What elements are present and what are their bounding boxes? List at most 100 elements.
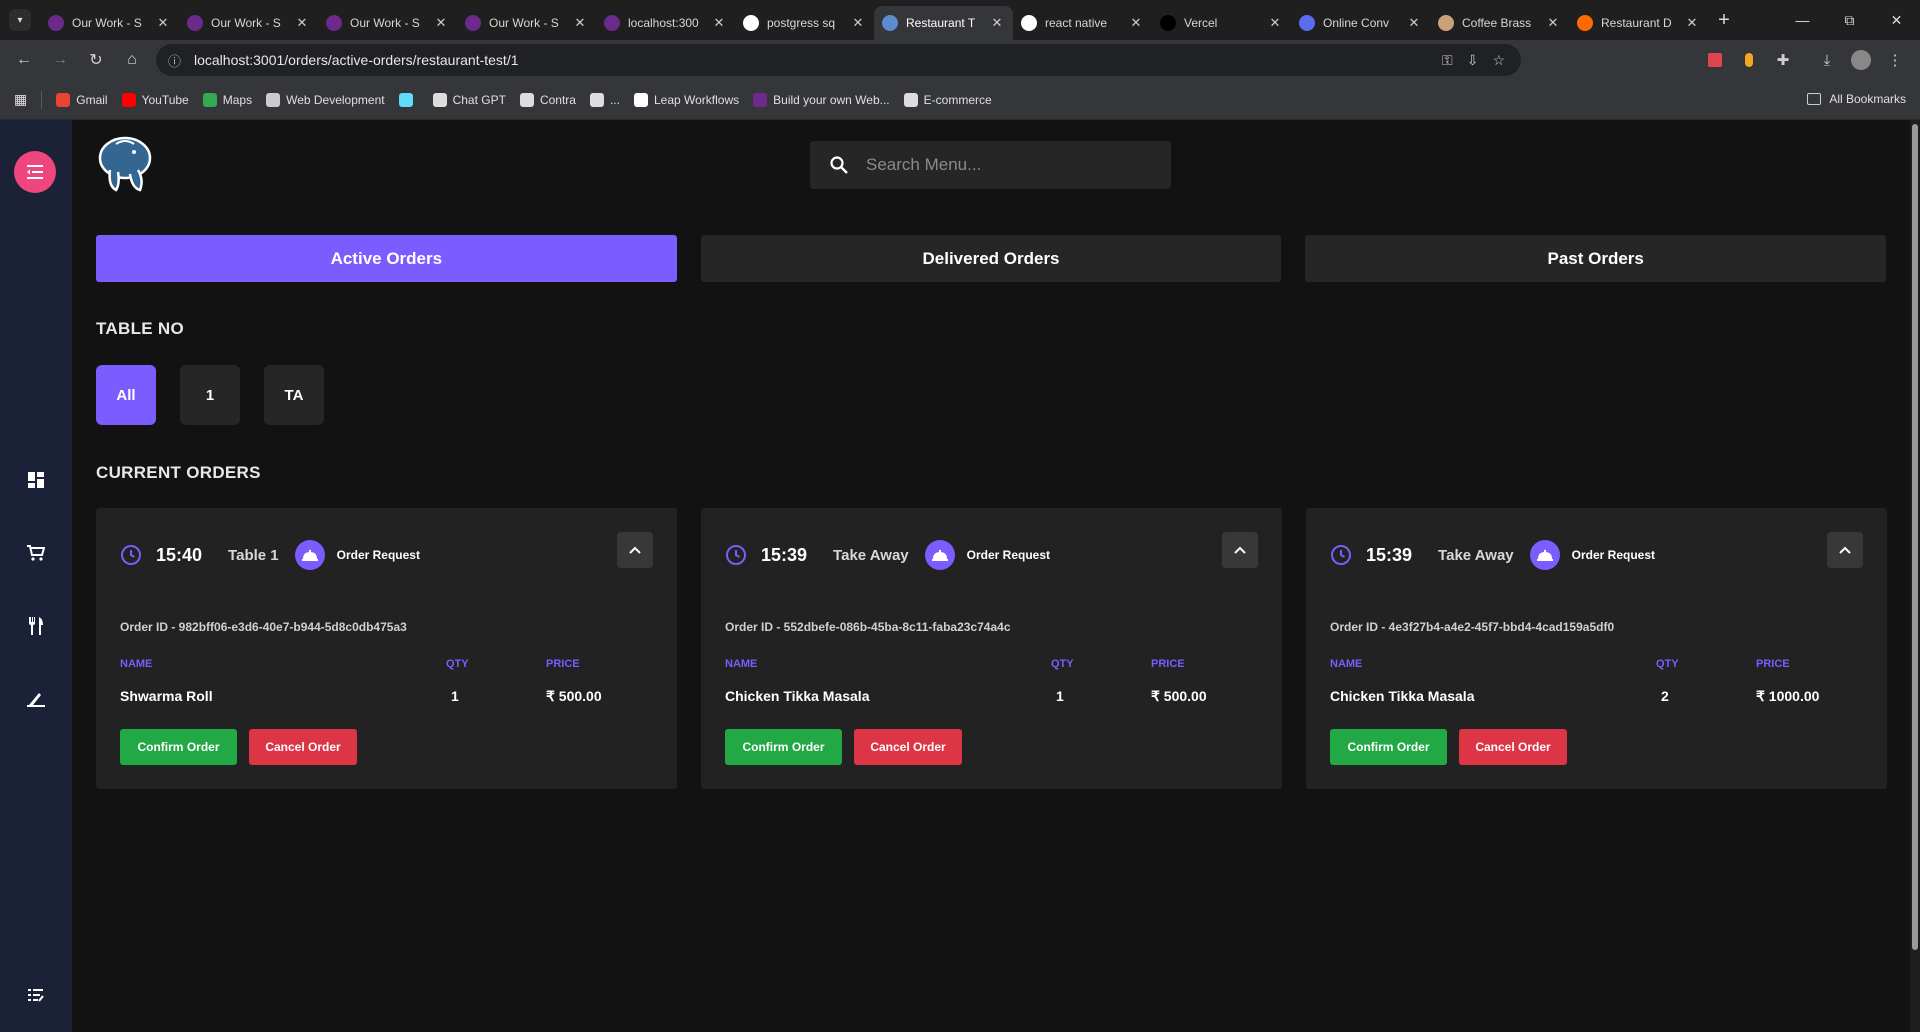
youtube-icon — [121, 92, 136, 107]
bookmark-star-icon[interactable]: ☆ — [1492, 52, 1505, 69]
browser-tab[interactable]: postgress sq ✕ — [735, 6, 874, 40]
browser-tab[interactable]: Restaurant D ✕ — [1569, 6, 1708, 40]
reload-button[interactable]: ↻ — [80, 44, 112, 76]
bookmark-item[interactable]: Web Development — [266, 92, 385, 107]
order-card-header: 15:39 Take Away Order Request — [1330, 536, 1655, 574]
bookmark-item[interactable]: Gmail — [56, 92, 108, 107]
cancel-order-button[interactable]: Cancel Order — [854, 729, 962, 765]
order-actions: Confirm Order Cancel Order — [1330, 729, 1567, 765]
scrollbar-thumb[interactable] — [1912, 124, 1918, 950]
price-column-header: PRICE — [546, 658, 580, 670]
search-input[interactable] — [866, 155, 1146, 175]
apps-grid-icon[interactable]: ▦ — [14, 91, 27, 108]
browser-tab[interactable]: Our Work - S ✕ — [179, 6, 318, 40]
bookmark-item[interactable]: E-commerce — [903, 92, 992, 107]
chef-icon[interactable] — [24, 687, 48, 711]
close-tab-icon[interactable]: ✕ — [294, 15, 310, 31]
home-button[interactable]: ⌂ — [116, 44, 148, 76]
extensions-puzzle-icon[interactable]: ✚ — [1766, 44, 1800, 76]
bookmark-item[interactable]: Leap Workflows — [633, 92, 739, 107]
tab-title: Restaurant D — [1601, 16, 1672, 30]
close-tab-icon[interactable]: ✕ — [711, 15, 727, 31]
page-scrollbar[interactable] — [1910, 120, 1920, 1032]
settings-list-icon[interactable] — [24, 983, 48, 1007]
confirm-order-button[interactable]: Confirm Order — [725, 729, 842, 765]
browser-tab[interactable]: Restaurant T ✕ — [874, 6, 1013, 40]
new-tab-button[interactable]: + — [1708, 9, 1740, 32]
avatar[interactable] — [1844, 44, 1878, 76]
tab-title: Coffee Brass — [1462, 16, 1532, 30]
order-status: Order Request — [966, 548, 1051, 562]
bookmark-item[interactable]: Chat GPT — [432, 92, 506, 107]
confirm-order-button[interactable]: Confirm Order — [120, 729, 237, 765]
close-tab-icon[interactable]: ✕ — [1128, 15, 1144, 31]
forward-button[interactable]: → — [44, 44, 76, 76]
item-name: Chicken Tikka Masala — [725, 688, 870, 704]
tab-title: Online Conv — [1323, 16, 1390, 30]
collapse-button[interactable] — [1222, 532, 1258, 568]
dashboard-icon[interactable] — [24, 468, 48, 492]
table-filter-button[interactable]: All — [96, 365, 156, 425]
bookmark-label: Gmail — [76, 92, 108, 107]
browser-tab[interactable]: localhost:300 ✕ — [596, 6, 735, 40]
restaurant-menu-icon[interactable] — [24, 614, 48, 638]
close-tab-icon[interactable]: ✕ — [572, 15, 588, 31]
bookmark-item[interactable]: Maps — [202, 92, 252, 107]
close-tab-icon[interactable]: ✕ — [850, 15, 866, 31]
name-column-header: NAME — [120, 658, 153, 670]
collapse-button[interactable] — [1827, 532, 1863, 568]
site-info-icon[interactable]: ⓘ — [168, 51, 188, 70]
bookmark-item[interactable]: Build your own Web... — [753, 92, 890, 107]
menu-toggle-button[interactable] — [14, 151, 56, 193]
close-tab-icon[interactable]: ✕ — [1267, 15, 1283, 31]
extension-red-icon[interactable] — [1698, 44, 1732, 76]
restore-icon[interactable]: ⧉ — [1826, 0, 1873, 40]
close-tab-icon[interactable]: ✕ — [989, 15, 1005, 31]
bookmark-item[interactable]: YouTube — [121, 92, 189, 107]
order-tab[interactable]: Delivered Orders — [700, 235, 1282, 282]
close-tab-icon[interactable]: ✕ — [1684, 15, 1700, 31]
close-tab-icon[interactable]: ✕ — [1406, 15, 1422, 31]
confirm-order-button[interactable]: Confirm Order — [1330, 729, 1447, 765]
bookmark-item[interactable]: Contra — [519, 92, 576, 107]
order-table: Take Away — [1438, 546, 1514, 564]
bookmark-label: Web Development — [286, 92, 385, 107]
sidebar — [0, 120, 72, 1032]
order-id: Order ID - 552dbefe-086b-45ba-8c11-faba2… — [725, 620, 1011, 634]
key-icon[interactable]: ⚿ — [1442, 52, 1453, 69]
browser-tab[interactable]: Coffee Brass ✕ — [1430, 6, 1569, 40]
close-tab-icon[interactable]: ✕ — [155, 15, 171, 31]
extension-orange-icon[interactable] — [1732, 44, 1766, 76]
more-menu-icon[interactable]: ⋮ — [1878, 44, 1912, 76]
install-icon[interactable]: ⇩ — [1467, 52, 1479, 69]
item-price: ₹ 1000.00 — [1756, 688, 1820, 704]
minimize-icon[interactable]: — — [1779, 0, 1826, 40]
browser-tab[interactable]: react native ✕ — [1013, 6, 1152, 40]
browser-tab[interactable]: Our Work - S ✕ — [457, 6, 596, 40]
close-tab-icon[interactable]: ✕ — [433, 15, 449, 31]
table-filter-button[interactable]: 1 — [180, 365, 240, 425]
browser-tab[interactable]: Vercel ✕ — [1152, 6, 1291, 40]
table-filter-button[interactable]: TA — [264, 365, 324, 425]
address-bar[interactable]: ⓘ localhost:3001/orders/active-orders/re… — [156, 44, 1521, 76]
chevron-up-icon — [1234, 546, 1246, 554]
order-tab[interactable]: Past Orders — [1305, 235, 1887, 282]
close-window-icon[interactable]: ✕ — [1873, 0, 1920, 40]
cancel-order-button[interactable]: Cancel Order — [1459, 729, 1567, 765]
browser-tab[interactable]: Our Work - S ✕ — [318, 6, 457, 40]
browser-tab[interactable]: Our Work - S ✕ — [40, 6, 179, 40]
close-tab-icon[interactable]: ✕ — [1545, 15, 1561, 31]
cancel-order-button[interactable]: Cancel Order — [249, 729, 357, 765]
all-bookmarks-button[interactable]: All Bookmarks — [1807, 92, 1906, 106]
tab-search-button[interactable]: ▾ — [0, 0, 40, 40]
cart-icon[interactable] — [24, 541, 48, 565]
bookmark-item[interactable] — [398, 92, 419, 107]
download-icon[interactable]: ⤓ — [1810, 44, 1844, 76]
menu-search-field[interactable] — [810, 141, 1171, 189]
browser-tab[interactable]: Online Conv ✕ — [1291, 6, 1430, 40]
collapse-button[interactable] — [617, 532, 653, 568]
url-text[interactable]: localhost:3001/orders/active-orders/rest… — [194, 52, 519, 68]
back-button[interactable]: ← — [8, 44, 40, 76]
bookmark-item[interactable]: ... — [589, 92, 620, 107]
order-tab[interactable]: Active Orders — [96, 235, 677, 282]
